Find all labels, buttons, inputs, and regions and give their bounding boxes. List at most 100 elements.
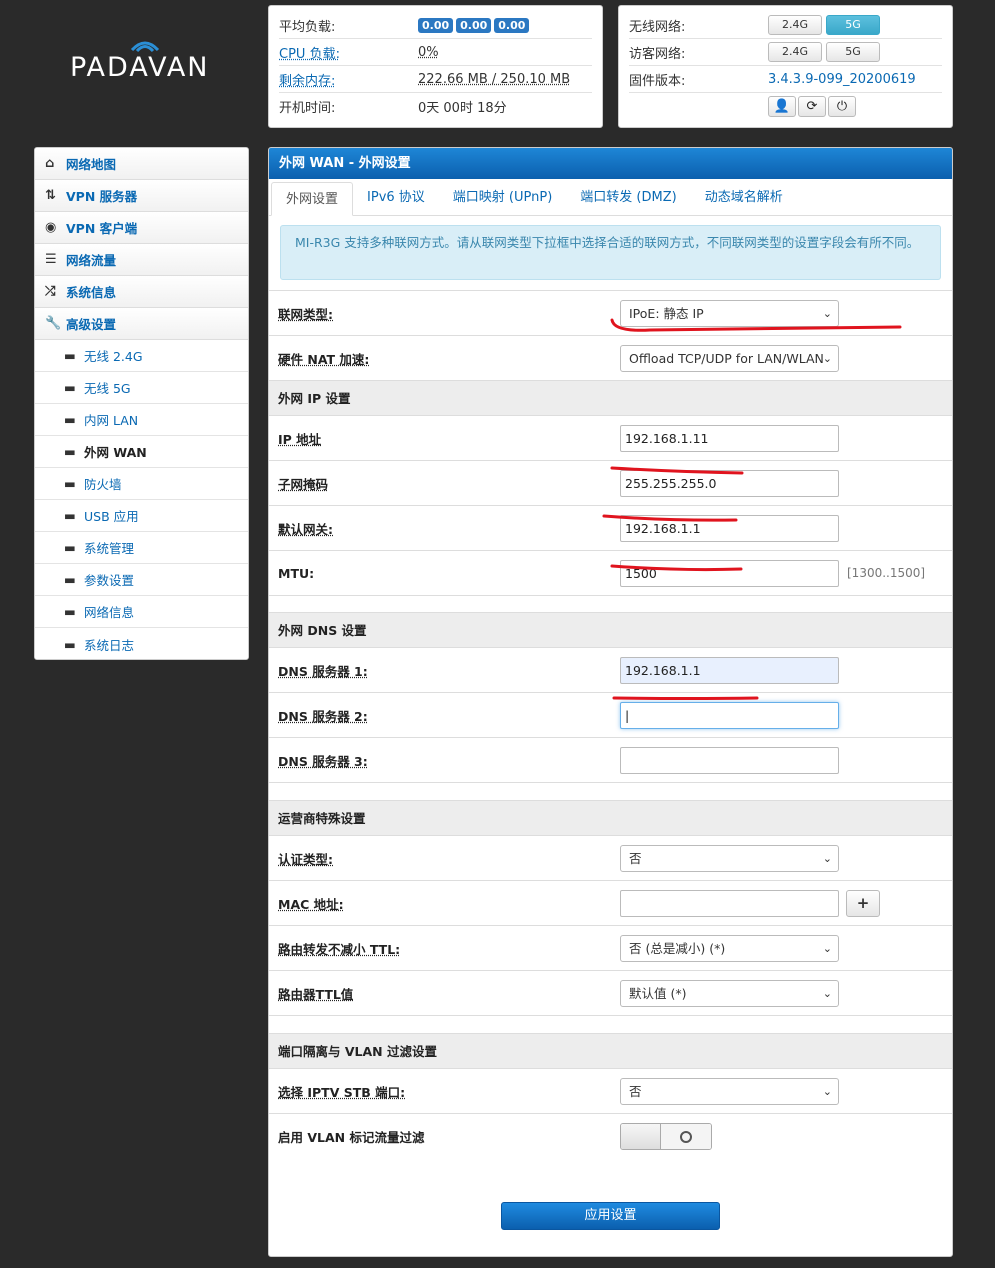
sidebar-item-network-map[interactable]: ⌂ 网络地图 [35,148,248,180]
tab-bar: 外网设置 IPv6 协议 端口映射 (UPnP) 端口转发 (DMZ) 动态域名… [269,179,952,216]
vlan-filter-toggle[interactable] [620,1123,712,1150]
globe-icon: ◉ [45,220,57,235]
load-label: 平均负载: [279,19,336,35]
sidebar-item-syslog[interactable]: ▬ 系统日志 [35,628,248,659]
firmware-label: 固件版本: [629,73,686,89]
ttl-label: 路由转发不减小 TTL: [278,941,401,957]
mask-label: 子网掩码 [278,476,329,492]
retweet-icon: ⇅ [45,188,56,203]
sidebar-item-vpn-client[interactable]: ◉ VPN 客户端 [35,212,248,244]
load-badge-3: 0.00 [494,17,530,33]
system-status-panel: 平均负载: 0.00 0.00 0.00 CPU 负载: 0% 剩余内存: 222.… [268,5,603,128]
memory-label-link[interactable]: 剩余内存: [279,70,418,89]
sidebar-item-admin[interactable]: ▬ 系统管理 [35,532,248,564]
apply-settings-button[interactable]: 应用设置 [501,1202,720,1230]
gateway-label: 默认网关: [278,521,333,537]
ip-label: IP 地址 [278,431,322,447]
ip-address-input[interactable]: 192.168.1.11 [620,424,839,452]
ttl-value-select[interactable]: 默认值 (*) ⌄ [620,979,839,1007]
uptime-value: 0天 00时 18分 [418,101,507,116]
dns1-input[interactable]: 192.168.1.1 [620,656,839,684]
info-alert: MI-R3G 支持多种联网方式。请从联网类型下拉框中选择合适的联网方式，不同联网… [280,225,941,280]
mac-fill-button[interactable]: + [846,889,880,917]
dns2-input[interactable]: | [620,701,839,729]
chevron-down-icon: ⌄ [822,1084,832,1098]
tab-ipv6[interactable]: IPv6 协议 [353,181,439,215]
sidebar-item-wireless-24g[interactable]: ▬ 无线 2.4G [35,340,248,372]
guest-5g-button[interactable]: 5G [826,42,880,62]
mtu-input[interactable]: 1500 [620,559,839,587]
sidebar-item-firewall[interactable]: ▬ 防火墙 [35,468,248,500]
chevron-down-icon: ⌄ [822,986,832,1000]
padavan-logo: PADAVAN [70,36,230,106]
hw-nat-select[interactable]: Offload TCP/UDP for LAN/WLAN ⌄ [620,344,839,372]
auth-row: 认证类型: 否 ⌄ [269,836,952,881]
power-icon[interactable]: ⏻ [828,96,856,117]
chevron-down-icon: ⌄ [822,351,832,365]
vlan-section-title: 端口隔离与 VLAN 过滤设置 [269,1034,952,1069]
chevron-down-icon: ⌄ [822,306,832,320]
ttl-select[interactable]: 否 (总是减小) (*) ⌄ [620,934,839,962]
wan-type-select[interactable]: IPoE: 静态 IP ⌄ [620,299,839,327]
tab-dmz[interactable]: 端口转发 (DMZ) [566,181,690,215]
mask-row: 子网掩码 255.255.255.0 [269,461,952,506]
dns3-row: DNS 服务器 3: [269,738,952,783]
mtu-label: MTU: [278,565,315,581]
dns2-row: DNS 服务器 2: | [269,693,952,738]
user-icon[interactable]: 👤 [768,96,796,117]
subnet-mask-input[interactable]: 255.255.255.0 [620,469,839,497]
load-badge-2: 0.00 [456,17,492,33]
load-badge-1: 0.00 [418,17,454,33]
uptime-row: 开机时间: 0天 00时 18分 [279,93,592,120]
vlan-filter-row: 启用 VLAN 标记流量过滤 [269,1114,952,1159]
cpu-row: CPU 负载: 0% [279,39,592,66]
cpu-label-link[interactable]: CPU 负载: [279,43,418,62]
tab-wan-settings[interactable]: 外网设置 [271,182,354,216]
tab-ddns[interactable]: 动态域名解析 [691,181,797,215]
wireless-status-panel: 无线网络: 2.4G 5G 访客网络: 2.4G 5G 固件版本: 3.4.3.9-… [618,5,953,128]
guest-24g-button[interactable]: 2.4G [768,42,822,62]
wan-ip-section-title: 外网 IP 设置 [269,381,952,416]
dns-section-title: 外网 DNS 设置 [269,613,952,648]
sidebar-item-lan[interactable]: ▬ 内网 LAN [35,404,248,436]
home-icon: ⌂ [45,156,55,171]
toggle-off-icon [680,1130,692,1143]
random-icon: ⤮ [45,284,56,299]
mac-address-input[interactable] [620,889,839,917]
wireless-24g-button[interactable]: 2.4G [768,15,822,35]
logo-text: PADAVAN [70,52,210,83]
wireless-label: 无线网络: [629,19,686,35]
gateway-input[interactable]: 192.168.1.1 [620,514,839,542]
memory-row: 剩余内存: 222.66 MB / 250.10 MB [279,66,592,93]
sidebar-item-usb[interactable]: ▬ USB 应用 [35,500,248,532]
firmware-version-link[interactable]: 3.4.3.9-099_20200619 [768,72,942,87]
sidebar-item-params[interactable]: ▬ 参数设置 [35,564,248,596]
ttl-row: 路由转发不减小 TTL: 否 (总是减小) (*) ⌄ [269,926,952,971]
vlan-filter-label: 启用 VLAN 标记流量过滤 [278,1130,425,1145]
iptv-port-select[interactable]: 否 ⌄ [620,1077,839,1105]
sidebar-item-vpn-server[interactable]: ⇅ VPN 服务器 [35,180,248,212]
dns2-label: DNS 服务器 2: [278,708,368,724]
sidebar-item-system-info[interactable]: ⤮ 系统信息 [35,276,248,308]
guest-label: 访客网络: [629,46,686,62]
sidebar-item-advanced[interactable]: 🔧 高级设置 [35,308,248,340]
tab-upnp[interactable]: 端口映射 (UPnP) [439,181,566,215]
sidebar-item-netinfo[interactable]: ▬ 网络信息 [35,596,248,628]
mtu-range-hint: [1300..1500] [847,566,926,580]
memory-value: 222.66 MB / 250.10 MB [418,71,571,87]
uptime-label: 开机时间: [279,101,336,116]
chevron-down-icon: ⌄ [822,851,832,865]
wireless-5g-button[interactable]: 5G [826,15,880,35]
reboot-icon[interactable]: ⟳ [798,96,826,117]
wan-type-label: 联网类型: [278,306,333,322]
sidebar-item-wan[interactable]: ▬ 外网 WAN [35,436,248,468]
auth-type-select[interactable]: 否 ⌄ [620,844,839,872]
dns1-label: DNS 服务器 1: [278,663,368,679]
sidebar-item-wireless-5g[interactable]: ▬ 无线 5G [35,372,248,404]
load-row: 平均负载: 0.00 0.00 0.00 [279,12,592,39]
isp-section-title: 运营商特殊设置 [269,801,952,836]
auth-label: 认证类型: [278,851,333,867]
sidebar-item-traffic[interactable]: ☰ 网络流量 [35,244,248,276]
dns3-input[interactable] [620,746,839,774]
page-title: 外网 WAN - 外网设置 [269,148,952,179]
